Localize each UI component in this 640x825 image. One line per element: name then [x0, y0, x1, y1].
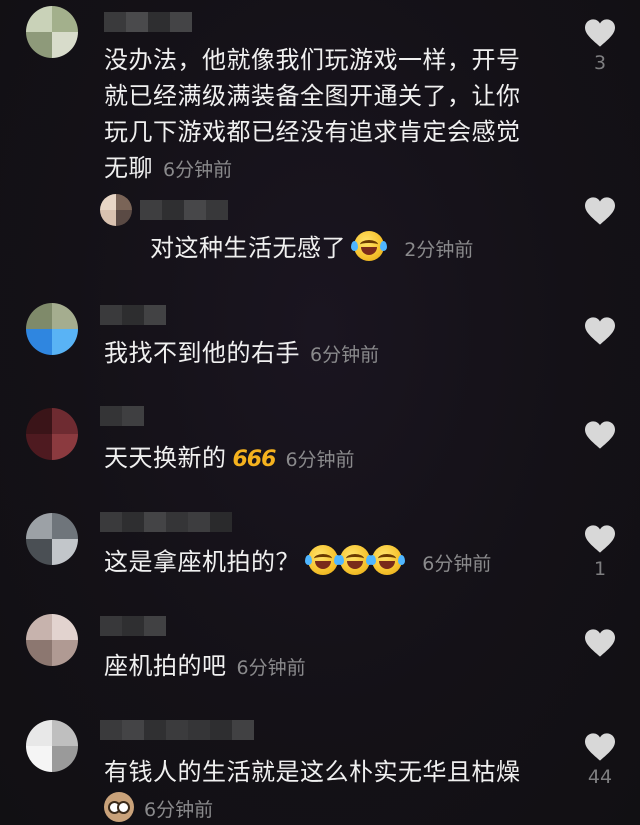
comment-time: 6分钟前 — [422, 553, 492, 575]
comment-body: 我找不到他的右手 — [104, 339, 300, 367]
comment-body: 这是拿座机拍的？ — [104, 548, 300, 576]
username-blurred[interactable] — [104, 12, 192, 32]
username-blurred[interactable] — [140, 200, 228, 220]
like-button[interactable] — [582, 420, 618, 450]
avatar[interactable] — [26, 720, 78, 772]
comment-body: 天天换新的 — [104, 444, 227, 472]
comment-time: 6分钟前 — [236, 657, 306, 679]
heart-icon — [585, 19, 615, 47]
rofl-emoji — [305, 545, 342, 575]
username-blurred[interactable] — [100, 616, 166, 636]
avatar[interactable] — [26, 513, 78, 565]
rofl-emoji — [369, 545, 406, 575]
comment-text: 这是拿座机拍的？ 6分钟前 — [104, 544, 544, 582]
like-button[interactable]: 3 — [582, 18, 618, 74]
comment-time: 2分钟前 — [404, 239, 474, 261]
like-button[interactable]: 1 — [582, 524, 618, 580]
like-button[interactable] — [582, 316, 618, 346]
666-emoji: 666 — [232, 447, 277, 472]
comment-body: 对这种生活无感了 — [150, 234, 346, 262]
comment-text: 对这种生活无感了 2分钟前 — [150, 230, 550, 268]
comment-time: 6分钟前 — [310, 344, 380, 366]
like-count: 44 — [587, 766, 613, 788]
rofl-emoji — [351, 231, 388, 261]
heart-icon — [585, 629, 615, 657]
username-blurred[interactable] — [100, 406, 144, 426]
heart-icon — [585, 525, 615, 553]
comment-time: 6分钟前 — [163, 159, 233, 181]
heart-icon — [585, 197, 615, 225]
heart-icon — [585, 733, 615, 761]
like-button[interactable] — [582, 628, 618, 658]
rofl-emoji — [337, 545, 374, 575]
heart-icon — [585, 421, 615, 449]
comment-time: 6分钟前 — [144, 799, 214, 821]
avatar[interactable] — [26, 303, 78, 355]
comment-body: 有钱人的生活就是这么朴实无华且枯燥 — [104, 758, 521, 786]
comment-body: 座机拍的吧 — [104, 652, 227, 680]
comment-text: 有钱人的生活就是这么朴实无华且枯燥 6分钟前 — [104, 754, 544, 825]
owl-emoji — [104, 792, 134, 822]
comment-text: 座机拍的吧 6分钟前 — [104, 648, 544, 686]
username-blurred[interactable] — [100, 305, 166, 325]
like-button[interactable]: 44 — [582, 732, 618, 788]
comment-time: 6分钟前 — [285, 449, 355, 471]
comment-text: 我找不到他的右手 6分钟前 — [104, 335, 544, 373]
username-blurred[interactable] — [100, 512, 232, 532]
username-blurred[interactable] — [100, 720, 254, 740]
comment-text: 天天换新的 666 6分钟前 — [104, 440, 544, 478]
avatar[interactable] — [26, 614, 78, 666]
like-button[interactable] — [582, 196, 618, 226]
avatar[interactable] — [26, 6, 78, 58]
comment-text: 没办法，他就像我们玩游戏一样，开号就已经满级满装备全图开通关了，让你玩几下游戏都… — [104, 42, 544, 188]
like-count: 1 — [593, 558, 607, 580]
comment-list: 没办法，他就像我们玩游戏一样，开号就已经满级满装备全图开通关了，让你玩几下游戏都… — [0, 0, 640, 825]
avatar[interactable] — [26, 408, 78, 460]
avatar[interactable] — [100, 194, 132, 226]
heart-icon — [585, 317, 615, 345]
like-count: 3 — [593, 52, 607, 74]
